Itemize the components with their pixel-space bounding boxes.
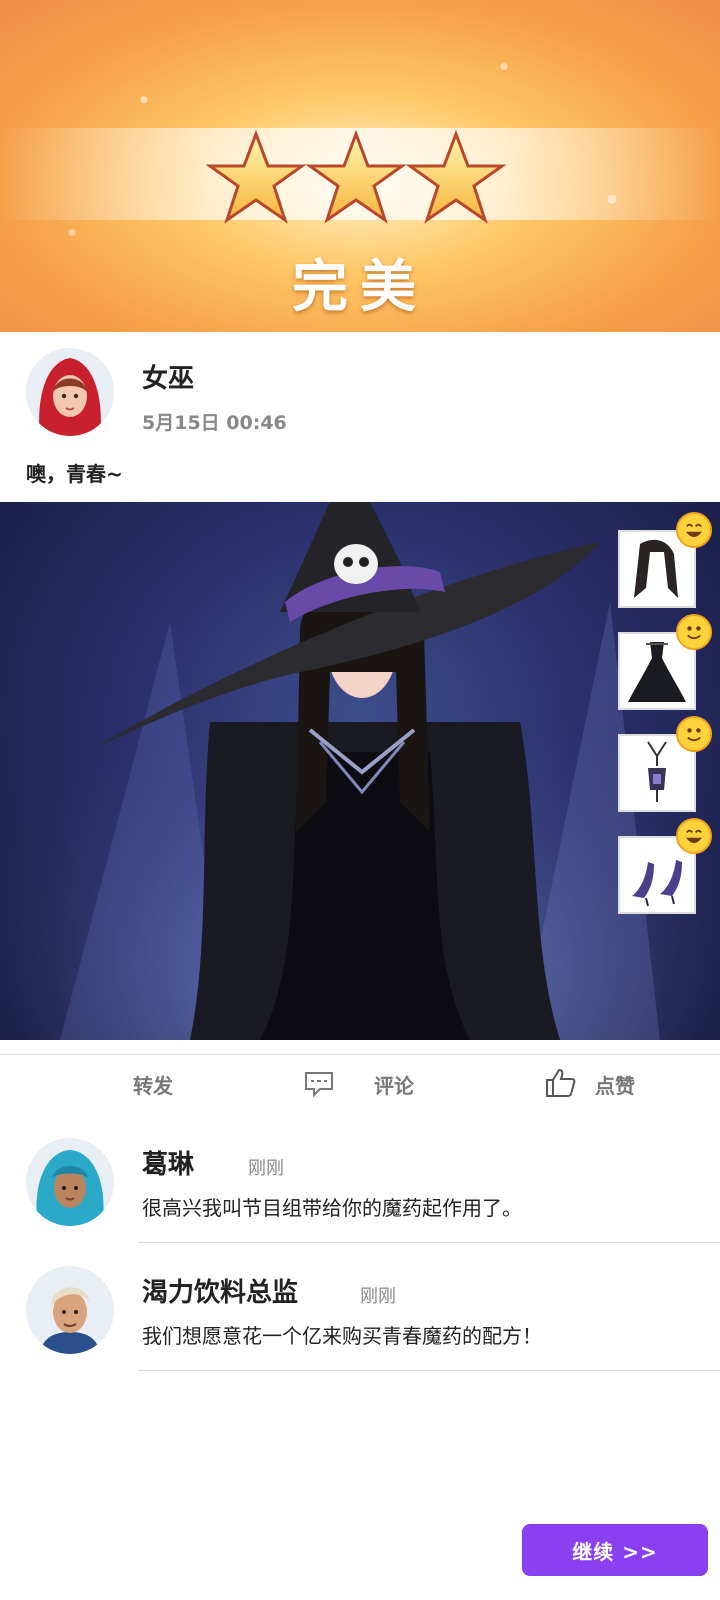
comment-divider bbox=[138, 1242, 720, 1243]
comment-button[interactable]: 评论 bbox=[374, 1070, 414, 1099]
witch-character-illustration bbox=[0, 502, 720, 1040]
star-icon bbox=[306, 129, 406, 224]
grin-emoji-icon bbox=[676, 512, 712, 548]
commenter-avatar[interactable] bbox=[26, 1138, 114, 1226]
star-icon bbox=[206, 129, 306, 224]
star-icon bbox=[406, 129, 506, 224]
post-author-name[interactable]: 女巫 bbox=[142, 358, 194, 395]
red-hood-avatar-icon bbox=[26, 348, 114, 436]
smile-emoji-icon bbox=[676, 716, 712, 752]
action-bar-divider bbox=[0, 1054, 720, 1055]
commenter-name[interactable]: 葛琳 bbox=[142, 1144, 194, 1181]
comment-timestamp: 刚刚 bbox=[248, 1158, 284, 1179]
post-image[interactable] bbox=[0, 502, 720, 1040]
post-author-avatar[interactable] bbox=[26, 348, 114, 436]
comment-text: 很高兴我叫节目组带给你的魔药起作用了。 bbox=[142, 1196, 522, 1220]
comment-timestamp: 刚刚 bbox=[360, 1286, 396, 1307]
continue-button[interactable]: 继续 >> bbox=[522, 1524, 708, 1576]
commenter-name[interactable]: 渴力饮料总监 bbox=[142, 1272, 298, 1309]
repost-button[interactable]: 转发 bbox=[133, 1070, 173, 1099]
grin-emoji-icon bbox=[676, 818, 712, 854]
post-text: 噢，青春~ bbox=[26, 462, 123, 486]
commenter-avatar[interactable] bbox=[26, 1266, 114, 1354]
comment-divider bbox=[138, 1370, 720, 1371]
rating-label: 完美 bbox=[292, 255, 428, 320]
smile-emoji-icon bbox=[676, 614, 712, 650]
post-timestamp: 5月15日 00:46 bbox=[142, 412, 287, 434]
blonde-man-avatar-icon bbox=[26, 1266, 114, 1354]
result-banner: 完美 bbox=[0, 0, 720, 332]
comment-icon[interactable] bbox=[304, 1071, 334, 1097]
blue-hair-avatar-icon bbox=[26, 1138, 114, 1226]
comment-text: 我们想愿意花一个亿来购买青春魔药的配方！ bbox=[142, 1324, 542, 1348]
thumbs-up-icon[interactable] bbox=[545, 1066, 577, 1098]
like-button[interactable]: 点赞 bbox=[595, 1070, 635, 1099]
star-rating bbox=[206, 128, 506, 228]
